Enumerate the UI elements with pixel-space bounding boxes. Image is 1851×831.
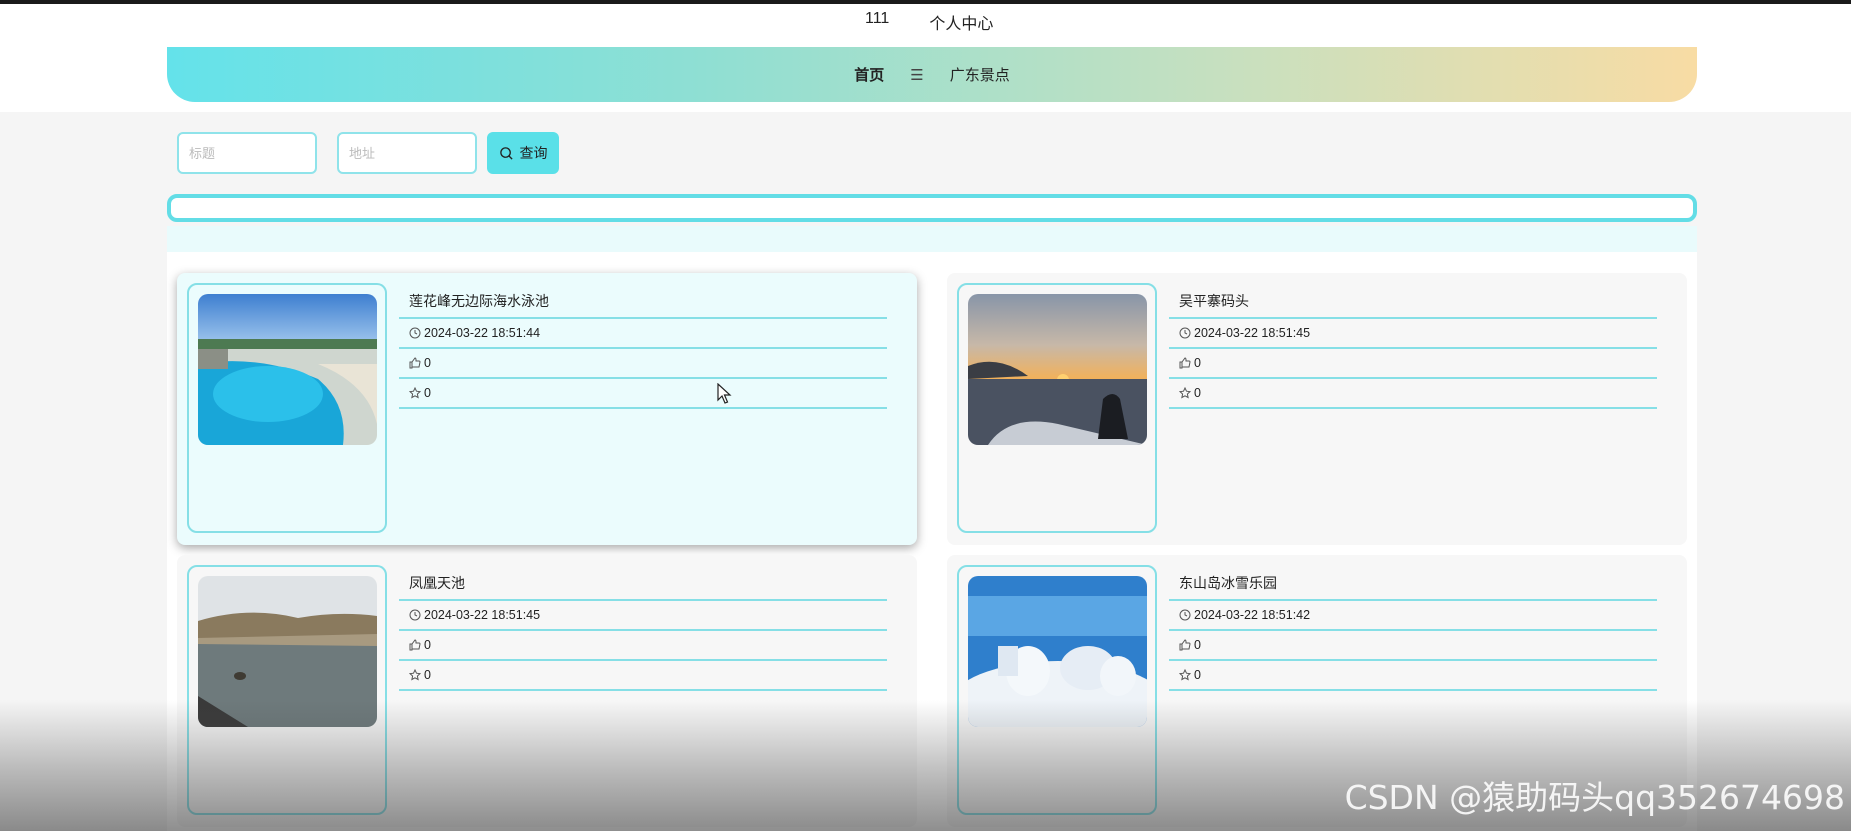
snow-park-photo[interactable]: [968, 576, 1147, 727]
card-favorites: 0: [1194, 668, 1201, 682]
thumbs-up-icon[interactable]: [1179, 357, 1191, 369]
card-time-row: 2024-03-22 18:51:42: [1169, 601, 1657, 631]
card-likes: 0: [1194, 356, 1201, 370]
title-search-input[interactable]: [177, 132, 317, 174]
scenic-card[interactable]: 吴平寨码头 2024-03-22 18:51:45 0 0: [947, 273, 1687, 545]
pool-photo[interactable]: [198, 294, 377, 445]
sunset-pier-photo[interactable]: [968, 294, 1147, 445]
card-time: 2024-03-22 18:51:44: [424, 326, 541, 340]
nav-scenic-spots[interactable]: 广东景点: [950, 64, 1010, 85]
username-link[interactable]: 111: [865, 10, 889, 34]
card-likes-row: 0: [1169, 631, 1657, 661]
card-time: 2024-03-22 18:51:45: [424, 608, 541, 622]
search-button[interactable]: 查询: [487, 132, 559, 174]
card-likes: 0: [424, 638, 431, 652]
card-time-row: 2024-03-22 18:51:45: [1169, 319, 1657, 349]
nav-home[interactable]: 首页: [854, 64, 884, 85]
card-favorites: 0: [424, 386, 431, 400]
card-info: 东山岛冰雪乐园 2024-03-22 18:51:42 0 0: [1169, 565, 1657, 691]
card-likes-row: 0: [1169, 349, 1657, 379]
search-button-label: 查询: [519, 145, 548, 161]
tab-bar-shade: [167, 226, 1697, 252]
image-frame: [187, 283, 387, 533]
category-tab-bar[interactable]: [167, 194, 1697, 222]
card-likes: 0: [1194, 638, 1201, 652]
clock-icon: [1179, 609, 1191, 621]
clock-icon: [409, 609, 421, 621]
user-area: 111 个人中心: [865, 10, 993, 34]
card-favorites: 0: [1194, 386, 1201, 400]
address-search-input[interactable]: [337, 132, 477, 174]
thumbs-up-icon[interactable]: [1179, 639, 1191, 651]
scenic-card[interactable]: 东山岛冰雪乐园 2024-03-22 18:51:42 0 0: [947, 555, 1687, 827]
mouse-cursor-icon: [717, 383, 732, 404]
main-navbar: 首页 ☰ 广东景点: [167, 47, 1697, 102]
card-time-row: 2024-03-22 18:51:44: [399, 319, 887, 349]
card-likes-row: 0: [399, 631, 887, 661]
image-frame: [187, 565, 387, 815]
card-favorites: 0: [424, 668, 431, 682]
card-info: 吴平寨码头 2024-03-22 18:51:45 0 0: [1169, 283, 1657, 409]
star-icon[interactable]: [1179, 669, 1191, 681]
card-time: 2024-03-22 18:51:45: [1194, 326, 1311, 340]
image-frame: [957, 283, 1157, 533]
star-icon[interactable]: [409, 669, 421, 681]
scenic-card[interactable]: 凤凰天池 2024-03-22 18:51:45 0 0: [177, 555, 917, 827]
card-likes-row: 0: [399, 349, 887, 379]
star-icon[interactable]: [409, 387, 421, 399]
search-icon: [499, 146, 513, 160]
card-favorites-row: 0: [1169, 661, 1657, 691]
card-title[interactable]: 凤凰天池: [399, 565, 887, 601]
lake-photo[interactable]: [198, 576, 377, 727]
search-bar: 查询: [177, 132, 559, 174]
image-frame: [957, 565, 1157, 815]
clock-icon: [1179, 327, 1191, 339]
card-favorites-row: 0: [399, 379, 887, 409]
card-info: 凤凰天池 2024-03-22 18:51:45 0 0: [399, 565, 887, 691]
thumbs-up-icon[interactable]: [409, 639, 421, 651]
card-favorites-row: 0: [399, 661, 887, 691]
menu-icon[interactable]: ☰: [910, 66, 923, 84]
star-icon[interactable]: [1179, 387, 1191, 399]
card-title[interactable]: 吴平寨码头: [1169, 283, 1657, 319]
clock-icon: [409, 327, 421, 339]
card-favorites-row: 0: [1169, 379, 1657, 409]
card-info: 莲花峰无边际海水泳池 2024-03-22 18:51:44 0 0: [399, 283, 887, 409]
card-time: 2024-03-22 18:51:42: [1194, 608, 1311, 622]
card-title[interactable]: 东山岛冰雪乐园: [1169, 565, 1657, 601]
card-title[interactable]: 莲花峰无边际海水泳池: [399, 283, 887, 319]
scenic-card[interactable]: 莲花峰无边际海水泳池 2024-03-22 18:51:44 0 0: [177, 273, 917, 545]
thumbs-up-icon[interactable]: [409, 357, 421, 369]
card-time-row: 2024-03-22 18:51:45: [399, 601, 887, 631]
personal-center-link[interactable]: 个人中心: [929, 10, 993, 34]
card-likes: 0: [424, 356, 431, 370]
